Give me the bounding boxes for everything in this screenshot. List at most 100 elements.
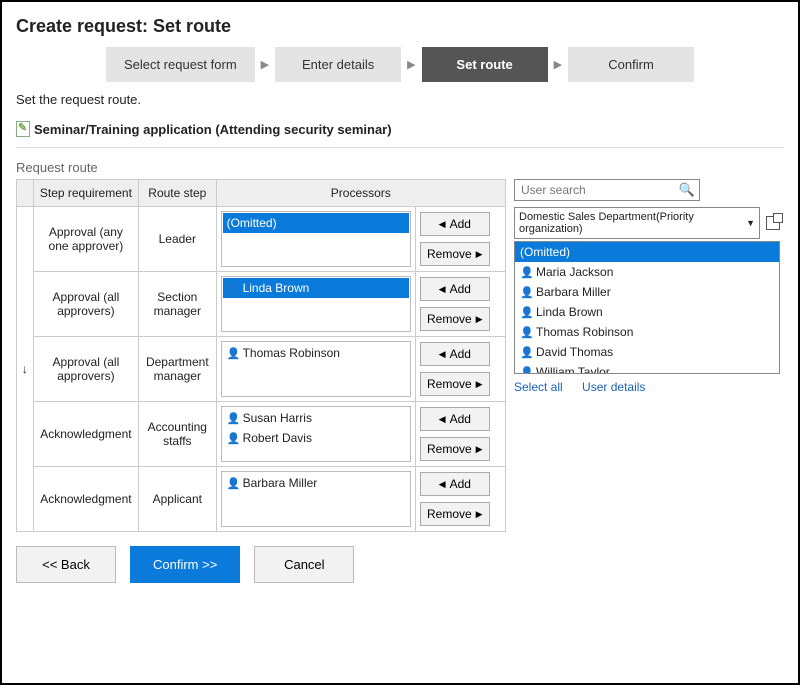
user-name: (Omitted) bbox=[520, 245, 570, 259]
wizard-steps: Select request form ▶ Enter details ▶ Se… bbox=[16, 47, 784, 82]
chevron-right-icon: ▶ bbox=[259, 58, 271, 71]
triangle-left-icon: ◀ bbox=[439, 219, 446, 230]
organization-selected-label: Domestic Sales Department(Priority organ… bbox=[519, 211, 746, 235]
processors-cell: 👤 Thomas Robinson bbox=[216, 337, 415, 402]
actions-cell: ◀Add Remove▶ bbox=[415, 337, 505, 402]
remove-button[interactable]: Remove▶ bbox=[420, 502, 490, 526]
processor-name: Linda Brown bbox=[243, 281, 310, 295]
processor-list[interactable]: 👤 Linda Brown bbox=[221, 276, 411, 332]
person-icon: 👤 bbox=[227, 477, 239, 489]
route-step: Section manager bbox=[139, 272, 217, 337]
triangle-right-icon: ▶ bbox=[476, 249, 483, 260]
footer-buttons: << Back Confirm >> Cancel bbox=[16, 546, 784, 583]
actions-cell: ◀Add Remove▶ bbox=[415, 207, 505, 272]
wizard-step-0[interactable]: Select request form bbox=[106, 47, 255, 82]
add-button[interactable]: ◀Add bbox=[420, 277, 490, 301]
add-button[interactable]: ◀Add bbox=[420, 472, 490, 496]
processor-name: Robert Davis bbox=[243, 431, 312, 445]
select-all-link[interactable]: Select all bbox=[514, 380, 563, 394]
arrow-header bbox=[17, 180, 34, 207]
add-button[interactable]: ◀Add bbox=[420, 342, 490, 366]
remove-button[interactable]: Remove▶ bbox=[420, 437, 490, 461]
user-list-item[interactable]: 👤Maria Jackson bbox=[515, 262, 779, 282]
triangle-right-icon: ▶ bbox=[476, 444, 483, 455]
person-icon: 👤 bbox=[227, 347, 239, 359]
processor-list[interactable]: 👤 Susan Harris 👤 Robert Davis bbox=[221, 406, 411, 462]
person-icon: 👤 bbox=[520, 306, 532, 318]
form-name: Seminar/Training application (Attending … bbox=[34, 122, 392, 137]
triangle-right-icon: ▶ bbox=[476, 509, 483, 520]
document-icon bbox=[16, 121, 30, 137]
user-list-item[interactable]: 👤Barbara Miller bbox=[515, 282, 779, 302]
processor-item[interactable]: (Omitted) bbox=[223, 213, 409, 233]
person-icon: 👤 bbox=[520, 286, 532, 298]
triangle-left-icon: ◀ bbox=[439, 479, 446, 490]
person-icon: 👤 bbox=[520, 326, 532, 338]
user-list-item[interactable]: 👤Linda Brown bbox=[515, 302, 779, 322]
processors-cell: (Omitted) bbox=[216, 207, 415, 272]
processor-item[interactable]: 👤 Thomas Robinson bbox=[223, 343, 409, 363]
person-icon: 👤 bbox=[520, 346, 532, 358]
processor-item[interactable]: 👤 Robert Davis bbox=[223, 428, 409, 448]
person-icon: 👤 bbox=[227, 432, 239, 444]
user-name: Thomas Robinson bbox=[536, 325, 633, 339]
actions-cell: ◀Add Remove▶ bbox=[415, 467, 505, 532]
user-list[interactable]: (Omitted) 👤Maria Jackson👤Barbara Miller👤L… bbox=[514, 241, 780, 374]
processors-cell: 👤 Linda Brown bbox=[216, 272, 415, 337]
cancel-button[interactable]: Cancel bbox=[254, 546, 354, 583]
back-button[interactable]: << Back bbox=[16, 546, 116, 583]
organization-select[interactable]: Domestic Sales Department(Priority organ… bbox=[514, 207, 760, 239]
processor-list[interactable]: (Omitted) bbox=[221, 211, 411, 267]
triangle-left-icon: ◀ bbox=[439, 284, 446, 295]
remove-button[interactable]: Remove▶ bbox=[420, 242, 490, 266]
wizard-step-3[interactable]: Confirm bbox=[568, 47, 694, 82]
processor-name: (Omitted) bbox=[227, 216, 277, 230]
user-list-item[interactable]: (Omitted) bbox=[515, 242, 779, 262]
processor-item[interactable]: 👤 Susan Harris bbox=[223, 408, 409, 428]
actions-cell: ◀Add Remove▶ bbox=[415, 272, 505, 337]
step-requirement: Approval (any one approver) bbox=[33, 207, 138, 272]
remove-button[interactable]: Remove▶ bbox=[420, 307, 490, 331]
add-button[interactable]: ◀Add bbox=[420, 212, 490, 236]
wizard-step-1[interactable]: Enter details bbox=[275, 47, 401, 82]
wizard-step-2[interactable]: Set route bbox=[422, 47, 548, 82]
form-title-row: Seminar/Training application (Attending … bbox=[16, 117, 784, 148]
step-requirement: Approval (all approvers) bbox=[33, 337, 138, 402]
step-requirement: Acknowledgment bbox=[33, 467, 138, 532]
processor-item[interactable]: 👤Barbara Miller bbox=[223, 473, 409, 493]
user-details-link[interactable]: User details bbox=[582, 380, 645, 394]
processor-list[interactable]: 👤 Thomas Robinson bbox=[221, 341, 411, 397]
user-search-wrap[interactable]: 🔍 bbox=[514, 179, 700, 201]
col-processors: Processors bbox=[216, 180, 505, 207]
user-name: David Thomas bbox=[536, 345, 613, 359]
col-route-step: Route step bbox=[139, 180, 217, 207]
processors-cell: 👤 Susan Harris 👤 Robert Davis bbox=[216, 402, 415, 467]
section-label: Request route bbox=[16, 160, 784, 175]
confirm-button[interactable]: Confirm >> bbox=[130, 546, 240, 583]
route-step: Leader bbox=[139, 207, 217, 272]
person-icon: 👤 bbox=[520, 366, 532, 374]
search-icon[interactable]: 🔍 bbox=[679, 182, 695, 198]
user-list-item[interactable]: 👤 David Thomas bbox=[515, 342, 779, 362]
caret-down-icon: ▼ bbox=[746, 218, 755, 228]
table-row: AcknowledgmentApplicant👤Barbara Miller◀A… bbox=[17, 467, 506, 532]
popout-icon[interactable] bbox=[766, 216, 780, 230]
processor-name: Thomas Robinson bbox=[243, 346, 340, 360]
chevron-right-icon: ▶ bbox=[552, 58, 564, 71]
user-list-item[interactable]: 👤 Thomas Robinson bbox=[515, 322, 779, 342]
table-row: ↓Approval (any one approver)Leader(Omitt… bbox=[17, 207, 506, 272]
route-table: Step requirement Route step Processors ↓… bbox=[16, 179, 506, 532]
person-icon: 👤 bbox=[227, 282, 239, 294]
processor-list[interactable]: 👤Barbara Miller bbox=[221, 471, 411, 527]
user-list-item[interactable]: 👤William Taylor bbox=[515, 362, 779, 374]
remove-button[interactable]: Remove▶ bbox=[420, 372, 490, 396]
processor-name: Susan Harris bbox=[243, 411, 312, 425]
add-button[interactable]: ◀Add bbox=[420, 407, 490, 431]
user-search-input[interactable] bbox=[519, 182, 679, 198]
table-row: Approval (all approvers)Section manager 👤… bbox=[17, 272, 506, 337]
actions-cell: ◀Add Remove▶ bbox=[415, 402, 505, 467]
processor-item[interactable]: 👤 Linda Brown bbox=[223, 278, 409, 298]
step-requirement: Approval (all approvers) bbox=[33, 272, 138, 337]
person-icon: 👤 bbox=[227, 412, 239, 424]
user-picker: 🔍 Domestic Sales Department(Priority org… bbox=[514, 179, 780, 394]
